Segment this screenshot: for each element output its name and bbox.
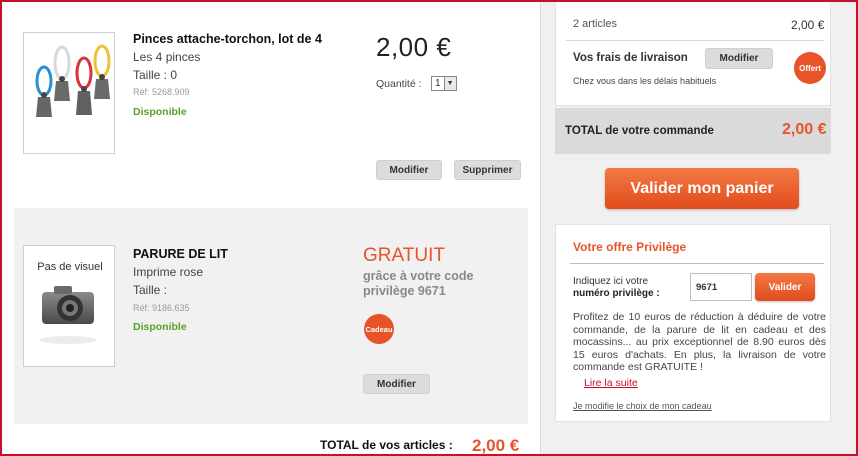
- quantity-select[interactable]: 1 ▼: [431, 76, 457, 91]
- free-label: GRATUIT: [363, 245, 445, 266]
- order-total-bar: TOTAL de votre commande 2,00 €: [555, 108, 831, 154]
- articles-total-label: TOTAL de vos articles :: [320, 438, 453, 452]
- product-variant: Les 4 pinces: [133, 50, 201, 64]
- read-more-link[interactable]: Lire la suite: [584, 377, 638, 389]
- quantity-value: 1: [435, 78, 441, 89]
- product-title[interactable]: Pinces attache-torchon, lot de 4: [133, 32, 322, 46]
- availability-status: Disponible: [133, 321, 187, 333]
- gift-badge: Cadeau: [364, 314, 394, 344]
- product-price: 2,00 €: [376, 32, 452, 62]
- validate-cart-button[interactable]: Valider mon panier: [605, 168, 799, 209]
- order-total-value: 2,00 €: [782, 121, 827, 138]
- articles-total-value: 2,00 €: [472, 436, 520, 455]
- camera-icon: [40, 286, 96, 344]
- articles-count: 2 articles: [573, 18, 618, 30]
- free-shipping-badge: Offert: [794, 52, 826, 84]
- free-reason: grâce à votre code privilège 9671: [363, 269, 474, 298]
- product-reference: Réf: 9186.635: [133, 303, 190, 313]
- shipping-label: Vos frais de livraison: [573, 52, 688, 64]
- modify-item-button[interactable]: Modifier: [363, 374, 430, 394]
- modify-item-button[interactable]: Modifier: [376, 160, 442, 180]
- product-title[interactable]: PARURE DE LIT: [133, 247, 228, 261]
- product-image-bedding[interactable]: Pas de visuel: [23, 245, 115, 367]
- product-size: Taille : 0: [133, 68, 178, 82]
- cart-item-clips: Pinces attache-torchon, lot de 4 Les 4 p…: [14, 2, 528, 208]
- clips-illustration: [35, 44, 111, 117]
- privilege-prompt-line1: Indiquez ici votre: [573, 276, 649, 287]
- articles-price: 2,00 €: [791, 18, 825, 32]
- order-total-label: TOTAL de votre commande: [565, 125, 714, 137]
- cart-items-column: Pinces attache-torchon, lot de 4 Les 4 p…: [2, 2, 540, 455]
- cart-item-bedding: Pas de visuel PARURE DE LIT Imprime rose…: [14, 208, 528, 424]
- order-summary-box: 2 articles 2,00 € Vos frais de livraison…: [555, 2, 831, 106]
- product-reference: Réf: 5268.909: [133, 87, 190, 97]
- summary-divider: [566, 40, 824, 41]
- product-image-clips[interactable]: [23, 32, 115, 154]
- privilege-validate-button[interactable]: Valider: [755, 273, 815, 301]
- chevron-down-icon: ▼: [443, 77, 456, 90]
- privilege-prompt-line2: numéro privilège :: [573, 288, 660, 299]
- product-size: Taille :: [133, 283, 168, 297]
- shipping-note: Chez vous dans les délais habituels: [573, 76, 717, 86]
- availability-status: Disponible: [133, 106, 187, 118]
- quantity-label: Quantité :: [376, 78, 422, 90]
- product-variant: Imprime rose: [133, 265, 204, 279]
- order-summary-column: 2 articles 2,00 € Vos frais de livraison…: [541, 2, 856, 454]
- privilege-divider: [570, 263, 824, 264]
- privilege-title: Votre offre Privilège: [573, 240, 687, 254]
- shipping-modify-button[interactable]: Modifier: [705, 48, 773, 69]
- delete-item-button[interactable]: Supprimer: [454, 160, 521, 180]
- privilege-description: Profitez de 10 euros de réduction à dédu…: [573, 311, 826, 373]
- privilege-code-input[interactable]: 9671: [690, 273, 752, 301]
- change-gift-link[interactable]: Je modifie le choix de mon cadeau: [573, 401, 712, 411]
- privilege-offer-box: Votre offre Privilège Indiquez ici votre…: [555, 224, 831, 422]
